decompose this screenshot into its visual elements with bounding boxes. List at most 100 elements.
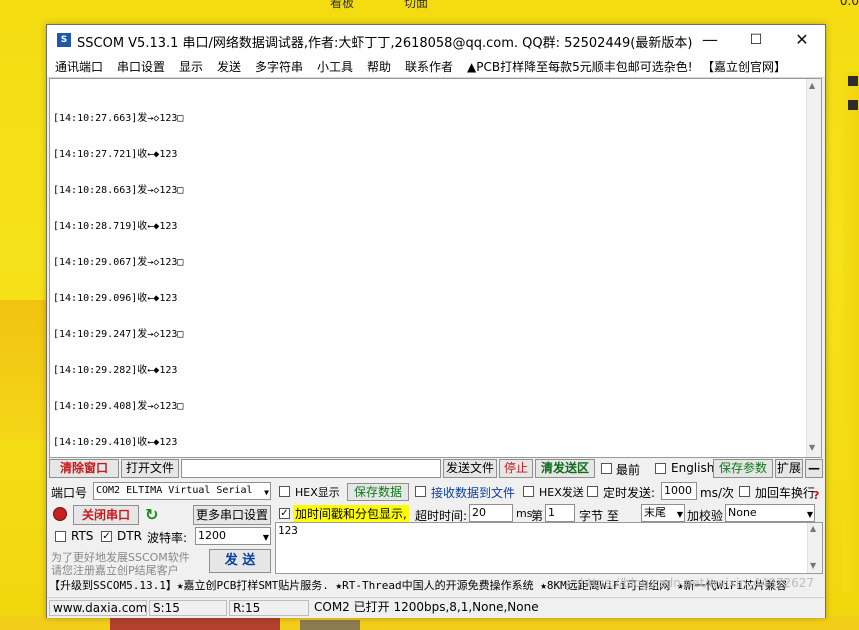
port-select[interactable]: COM2 ELTIMA Virtual Serial ▼ xyxy=(93,482,271,500)
expand-button[interactable]: 扩展 xyxy=(775,459,803,478)
status-sent-count: S:15 xyxy=(149,600,227,616)
clear-send-button[interactable]: 清发送区 xyxy=(535,459,595,478)
menu-contact[interactable]: 联系作者 xyxy=(405,58,453,75)
scroll-down-icon[interactable]: ▼ xyxy=(810,561,816,570)
baud-select-value: 1200 xyxy=(198,529,226,542)
interval-input[interactable]: 1000 xyxy=(661,482,697,500)
send-button[interactable]: 发 送 xyxy=(209,549,271,573)
desktop-label-1: 看板 xyxy=(330,0,355,10)
log-line: [14:10:29.096]收←◆123 xyxy=(53,293,178,304)
log-line: [14:10:29.247]发→◇123□ xyxy=(53,329,184,340)
refresh-icon[interactable]: ↻ xyxy=(145,505,158,524)
timestamp-label: 加时间戳和分包显示, xyxy=(293,505,409,522)
log-line: [14:10:27.721]收←◆123 xyxy=(53,149,178,160)
desktop-icon[interactable] xyxy=(848,76,858,86)
desktop-right-strip xyxy=(843,72,859,592)
timed-send-checkbox[interactable] xyxy=(587,486,598,497)
save-params-button[interactable]: 保存参数 xyxy=(713,459,773,478)
status-port: COM2 已打开 1200bps,8,1,None,None xyxy=(314,600,539,614)
add-crlf-checkbox[interactable] xyxy=(739,486,750,497)
help-icon[interactable]: ? xyxy=(813,489,819,502)
log-line: [14:10:29.408]发→◇123□ xyxy=(53,401,184,412)
hex-send-checkbox[interactable] xyxy=(523,486,534,497)
scroll-up-icon[interactable]: ▲ xyxy=(810,524,816,533)
desktop-top-strip xyxy=(0,0,859,22)
desktop-object xyxy=(300,620,360,630)
menu-tools[interactable]: 小工具 xyxy=(317,58,353,75)
recv-to-file-checkbox[interactable] xyxy=(415,486,426,497)
send-file-button[interactable]: 发送文件 xyxy=(443,459,497,478)
receive-scrollbar[interactable]: ▲ ▼ xyxy=(806,79,821,457)
status-bar: www.daxia.com S:15 R:15 COM2 已打开 1200bps… xyxy=(47,597,825,618)
title-bar[interactable]: S SSCOM V5.13.1 串口/网络数据调试器,作者:大虾丁丁,26180… xyxy=(47,25,825,55)
promo-line-2: 请您注册嘉立创P结尾客户 xyxy=(51,564,179,577)
clear-window-button[interactable]: 清除窗口 xyxy=(49,459,119,478)
desktop-left-strip xyxy=(0,300,46,440)
log-line: [14:10:28.663]发→◇123□ xyxy=(53,185,184,196)
send-text: 123 xyxy=(278,524,298,537)
send-scrollbar[interactable]: ▲ ▼ xyxy=(807,523,822,573)
byte-start-input[interactable]: 1 xyxy=(545,504,575,522)
menu-comm-port[interactable]: 通讯端口 xyxy=(55,58,103,75)
log-line: [14:10:28.719]收←◆123 xyxy=(53,221,178,232)
dtr-checkbox[interactable]: ✓ xyxy=(101,531,112,542)
recv-to-file-label: 接收数据到文件 xyxy=(431,486,516,500)
menu-help[interactable]: 帮助 xyxy=(367,58,391,75)
desktop-icon[interactable] xyxy=(848,100,858,110)
log-line: [14:10:27.663]发→◇123□ xyxy=(53,113,184,124)
scroll-down-icon[interactable]: ▼ xyxy=(809,443,815,452)
scroll-up-icon[interactable]: ▲ xyxy=(809,81,815,90)
app-icon: S xyxy=(57,33,71,47)
window-title: SSCOM V5.13.1 串口/网络数据调试器,作者:大虾丁丁,2618058… xyxy=(77,36,693,51)
minimize-button[interactable]: — xyxy=(687,25,733,55)
timestamp-checkbox[interactable]: ✓ xyxy=(279,508,290,519)
topmost-checkbox[interactable] xyxy=(601,463,612,474)
desktop-object xyxy=(110,616,280,630)
rts-checkbox[interactable] xyxy=(55,531,66,542)
save-data-button[interactable]: 保存数据 xyxy=(347,483,409,501)
timeout-input[interactable]: 20 xyxy=(469,504,513,522)
stop-button[interactable]: 停止 xyxy=(499,459,533,478)
byte-end-value: 末尾 xyxy=(644,506,666,519)
collapse-button[interactable]: — xyxy=(805,459,823,478)
checksum-select[interactable]: None ▼ xyxy=(725,504,815,522)
close-port-button[interactable]: 关闭串口 xyxy=(73,505,139,525)
watermark: https://blog.csdn.net/weixin_44872627 xyxy=(580,576,815,590)
port-status-icon xyxy=(53,507,67,521)
port-label: 端口号 xyxy=(51,486,88,500)
byte-end-select[interactable]: 末尾 ▼ xyxy=(641,504,685,522)
menu-multi-string[interactable]: 多字符串 xyxy=(255,58,303,75)
rts-label: RTS xyxy=(71,529,94,543)
chevron-down-icon: ▼ xyxy=(262,533,269,542)
english-checkbox[interactable] xyxy=(655,463,666,474)
file-path-input[interactable] xyxy=(181,459,441,478)
maximize-button[interactable]: ☐ xyxy=(733,25,779,55)
file-toolbar: 清除窗口 打开文件 发送文件 停止 清发送区 最前 English 保存参数 扩… xyxy=(49,458,823,478)
interval-unit: ms/次 xyxy=(700,486,734,500)
receive-area[interactable]: [14:10:27.663]发→◇123□ [14:10:27.721]收←◆1… xyxy=(49,78,822,458)
add-crlf-label: 加回车换行 xyxy=(755,486,816,500)
chevron-down-icon: ▼ xyxy=(806,510,813,519)
desktop-label-right: 0.0 xyxy=(839,0,859,8)
menu-send[interactable]: 发送 xyxy=(217,58,241,75)
chevron-down-icon: ▼ xyxy=(676,510,683,519)
baud-select[interactable]: 1200 ▼ xyxy=(195,527,271,545)
hex-send-label: HEX发送 xyxy=(539,486,584,499)
send-textarea[interactable]: 123 ▲ ▼ xyxy=(275,522,823,574)
timed-send-label: 定时发送: xyxy=(603,486,656,500)
menu-serial-settings[interactable]: 串口设置 xyxy=(117,58,165,75)
baud-label: 波特率: xyxy=(147,531,188,545)
hex-display-checkbox[interactable] xyxy=(279,486,290,497)
status-website[interactable]: www.daxia.com xyxy=(49,600,147,616)
open-file-button[interactable]: 打开文件 xyxy=(121,459,179,478)
status-recv-count: R:15 xyxy=(229,600,309,616)
log-line: [14:10:29.410]收←◆123 xyxy=(53,437,178,448)
menu-display[interactable]: 显示 xyxy=(179,58,203,75)
menu-jlc-site[interactable]: 【嘉立创官网】 xyxy=(702,58,786,75)
more-serial-settings-button[interactable]: 更多串口设置 xyxy=(193,505,271,525)
close-button[interactable]: ✕ xyxy=(779,25,825,55)
desktop-label-2: 切面 xyxy=(404,0,429,10)
topmost-label: 最前 xyxy=(616,463,641,477)
log-line: [14:10:29.067]发→◇123□ xyxy=(53,257,184,268)
menu-pcb-promo[interactable]: ▲PCB打样降至每款5元顺丰包邮可选杂色! xyxy=(467,58,693,75)
